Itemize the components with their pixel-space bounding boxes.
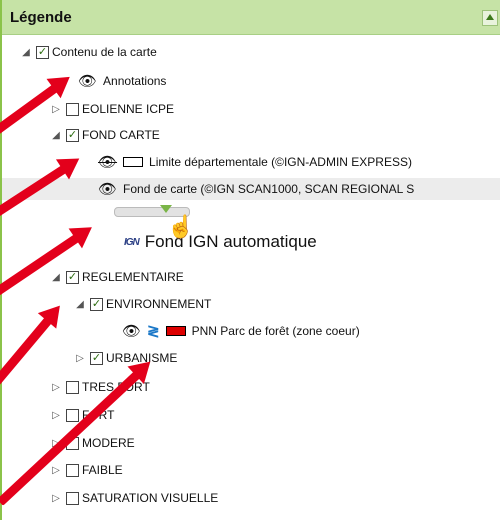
eye-icon[interactable]: 👁 [78, 72, 97, 90]
slider-thumb[interactable] [160, 205, 172, 213]
checkbox[interactable] [66, 102, 79, 116]
collapsed-toggle-icon[interactable]: ▷ [50, 493, 62, 504]
checkbox[interactable] [66, 491, 79, 505]
tree-item-root[interactable]: ◢ ✓ Contenu de la carte [20, 41, 157, 63]
expand-toggle-icon[interactable]: ◢ [50, 130, 62, 141]
tree-item-faible[interactable]: ▷ FAIBLE [50, 459, 123, 481]
checkbox[interactable] [66, 408, 79, 422]
style-icon[interactable]: ≷ [147, 322, 160, 340]
tree-item-fond-ign: IGN Fond IGN automatique [124, 232, 317, 252]
collapsed-toggle-icon[interactable]: ▷ [50, 410, 62, 421]
tree-item-label: PNN Parc de forêt (zone coeur) [191, 324, 360, 338]
tree-item-eolienne[interactable]: ▷ EOLIENNE ICPE [50, 98, 174, 120]
tree-item-fond-de-carte[interactable]: 👁 Fond de carte (©IGN SCAN1000, SCAN REG… [98, 178, 414, 200]
tree-item-annotations[interactable]: 👁 Annotations [78, 70, 166, 92]
tree-item-label: FAIBLE [82, 463, 123, 477]
legend-swatch [165, 326, 186, 336]
checkbox[interactable]: ✓ [90, 351, 103, 365]
checkbox[interactable]: ✓ [36, 45, 49, 59]
tree-item-label: Contenu de la carte [52, 45, 157, 59]
collapse-button[interactable] [482, 10, 498, 26]
checkbox[interactable]: ✓ [66, 128, 79, 142]
tree-item-label: Limite départementale (©IGN-ADMIN EXPRES… [149, 155, 412, 169]
tree-item-environnement[interactable]: ◢ ✓ ENVIRONNEMENT [74, 293, 211, 315]
tree-item-label: Annotations [103, 74, 167, 88]
expand-toggle-icon[interactable]: ◢ [20, 47, 32, 58]
eye-icon[interactable]: 👁 [98, 180, 117, 198]
legend-panel: Légende ◢ ✓ Contenu de la carte 👁 Annota… [0, 0, 500, 520]
expand-toggle-icon[interactable]: ◢ [50, 272, 62, 283]
collapsed-toggle-icon[interactable]: ▷ [50, 465, 62, 476]
tree-item-label: SATURATION VISUELLE [82, 491, 219, 505]
tree-item-label: FOND CARTE [82, 128, 160, 142]
tree-item-reglementaire[interactable]: ◢ ✓ REGLEMENTAIRE [50, 266, 184, 288]
ign-logo: IGN [124, 236, 140, 248]
legend-header: Légende [2, 0, 500, 35]
tree-item-label: Fond de carte (©IGN SCAN1000, SCAN REGIO… [123, 182, 415, 196]
hand-cursor-icon: ☝ [167, 214, 195, 239]
expand-toggle-icon[interactable]: ◢ [74, 299, 86, 310]
tree-item-urbanisme[interactable]: ▷ ✓ URBANISME [74, 347, 177, 369]
tree-item-label: ENVIRONNEMENT [106, 297, 212, 311]
checkbox[interactable] [66, 380, 79, 394]
collapsed-toggle-icon[interactable]: ▷ [74, 353, 86, 364]
tree-item-pnn[interactable]: 👁 ≷ PNN Parc de forêt (zone coeur) [122, 320, 360, 342]
checkbox[interactable]: ✓ [66, 270, 79, 284]
tree-item-saturation[interactable]: ▷ SATURATION VISUELLE [50, 487, 218, 509]
legend-title: Légende [10, 9, 72, 26]
legend-swatch [123, 157, 144, 167]
collapsed-toggle-icon[interactable]: ▷ [50, 104, 62, 115]
checkbox[interactable]: ✓ [90, 297, 103, 311]
tree-item-fond-carte[interactable]: ◢ ✓ FOND CARTE [50, 124, 160, 146]
eye-icon[interactable]: 👁 [122, 322, 141, 340]
checkbox[interactable] [66, 463, 79, 477]
collapsed-toggle-icon[interactable]: ▷ [50, 382, 62, 393]
tree-item-limite[interactable]: 👁 Limite départementale (©IGN-ADMIN EXPR… [98, 151, 412, 173]
tree-item-label: MODERE [82, 436, 135, 450]
tree-item-label: EOLIENNE ICPE [82, 102, 175, 116]
eye-off-icon[interactable]: 👁 [98, 153, 117, 171]
tree-item-label: REGLEMENTAIRE [82, 270, 184, 284]
